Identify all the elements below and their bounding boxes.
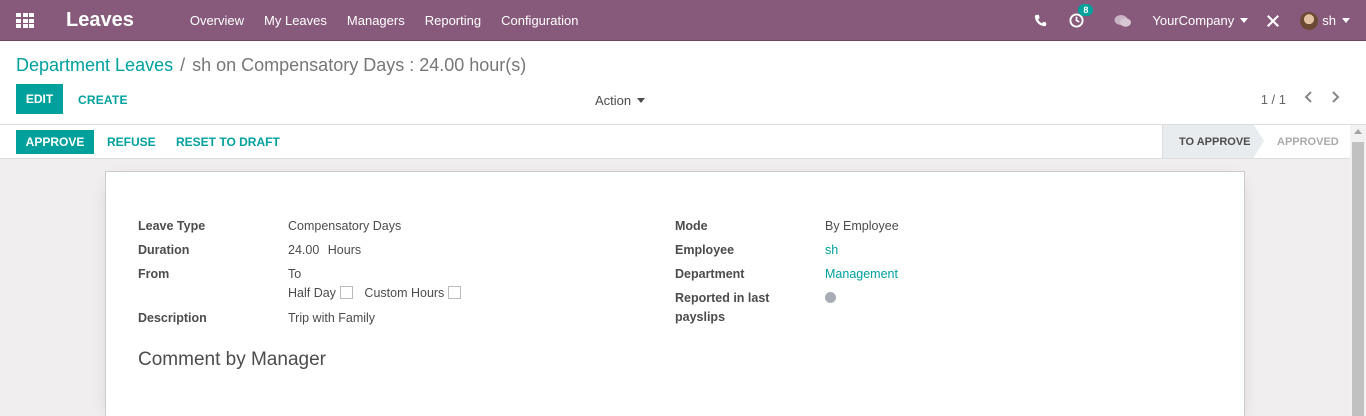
reported-label-line1: Reported in last xyxy=(675,291,770,305)
custom-hours-checkbox[interactable] xyxy=(448,286,462,299)
menu-reporting[interactable]: Reporting xyxy=(425,13,481,28)
to-label: To xyxy=(288,267,302,281)
action-dropdown[interactable]: Action xyxy=(595,93,646,108)
duration-value: 24.00 Hours xyxy=(288,241,361,260)
reported-status-dot xyxy=(825,292,836,303)
scroll-up-arrow-icon[interactable] xyxy=(1354,129,1362,134)
refuse-button[interactable]: REFUSE xyxy=(107,135,156,149)
comment-section-title: Comment by Manager xyxy=(138,349,326,370)
form-statusbar: APPROVE REFUSE RESET TO DRAFT TO APPROVE… xyxy=(0,125,1350,159)
user-name: sh xyxy=(1322,13,1336,28)
description-label: Description xyxy=(138,311,207,325)
reset-to-draft-button[interactable]: RESET TO DRAFT xyxy=(176,135,280,149)
duration-unit: Hours xyxy=(327,243,362,257)
vertical-scrollbar[interactable] xyxy=(1350,125,1366,416)
leave-type-value: Compensatory Days xyxy=(288,219,402,233)
breadcrumb-department-leaves[interactable]: Department Leaves xyxy=(16,55,173,76)
apps-grid-icon[interactable] xyxy=(16,13,34,28)
caret-down-icon xyxy=(637,98,646,103)
approve-button[interactable]: APPROVE xyxy=(16,130,94,154)
from-label: From xyxy=(138,267,170,281)
activity-count-badge: 8 xyxy=(1078,4,1094,16)
department-label: Department xyxy=(675,267,745,281)
breadcrumb-current-record: sh on Compensatory Days : 24.00 hour(s) xyxy=(192,55,527,75)
menu-overview[interactable]: Overview xyxy=(190,13,244,28)
form-sheet: Leave Type Compensatory Days Duration 24… xyxy=(105,171,1245,416)
pager-next-icon[interactable] xyxy=(1331,90,1341,109)
duration-number: 24.00 xyxy=(288,243,320,257)
company-switcher[interactable]: YourCompany xyxy=(1152,13,1249,28)
half-day-label: Half Day xyxy=(288,286,336,300)
menu-configuration[interactable]: Configuration xyxy=(501,13,578,28)
mode-label: Mode xyxy=(675,219,708,233)
breadcrumb: Department Leaves / sh on Compensatory D… xyxy=(16,55,526,76)
department-link[interactable]: Management xyxy=(825,265,898,284)
top-navbar: Leaves Overview My Leaves Managers Repor… xyxy=(0,0,1366,41)
leave-type-label: Leave Type xyxy=(138,219,206,233)
activity-clock-icon[interactable]: 8 xyxy=(1069,4,1094,28)
half-day-checkbox[interactable] xyxy=(339,286,353,299)
phone-icon[interactable] xyxy=(1034,14,1047,27)
user-menu[interactable]: sh xyxy=(1300,11,1350,30)
chat-bubbles-icon[interactable] xyxy=(1114,14,1132,28)
app-title[interactable]: Leaves xyxy=(66,9,134,32)
menu-my-leaves[interactable]: My Leaves xyxy=(264,13,327,28)
half-day-field: Half Day Custom Hours xyxy=(288,284,462,303)
edit-button[interactable]: EDIT xyxy=(16,84,63,114)
scroll-thumb[interactable] xyxy=(1352,142,1364,416)
custom-hours-label: Custom Hours xyxy=(364,286,445,300)
menu-managers[interactable]: Managers xyxy=(347,13,405,28)
caret-down-icon xyxy=(1342,18,1350,23)
stage-approved[interactable]: APPROVED xyxy=(1270,125,1339,158)
pager-previous-icon[interactable] xyxy=(1303,90,1313,109)
action-label: Action xyxy=(595,93,632,108)
duration-label: Duration xyxy=(138,243,190,257)
employee-link[interactable]: sh xyxy=(825,241,838,260)
create-button[interactable]: CREATE xyxy=(78,93,128,107)
breadcrumb-separator: / xyxy=(180,55,186,75)
company-name: YourCompany xyxy=(1152,13,1235,28)
debug-tools-icon[interactable] xyxy=(1266,14,1280,28)
pager-value[interactable]: 1 / 1 xyxy=(1261,92,1286,107)
caret-down-icon xyxy=(1240,18,1249,23)
user-avatar xyxy=(1300,11,1319,30)
control-panel: Department Leaves / sh on Compensatory D… xyxy=(0,41,1366,125)
description-value: Trip with Family xyxy=(288,311,376,325)
mode-value: By Employee xyxy=(825,219,899,233)
employee-label: Employee xyxy=(675,243,735,257)
reported-label-line2: payslips xyxy=(675,310,726,324)
stage-to-approve: TO APPROVE xyxy=(1162,125,1264,158)
